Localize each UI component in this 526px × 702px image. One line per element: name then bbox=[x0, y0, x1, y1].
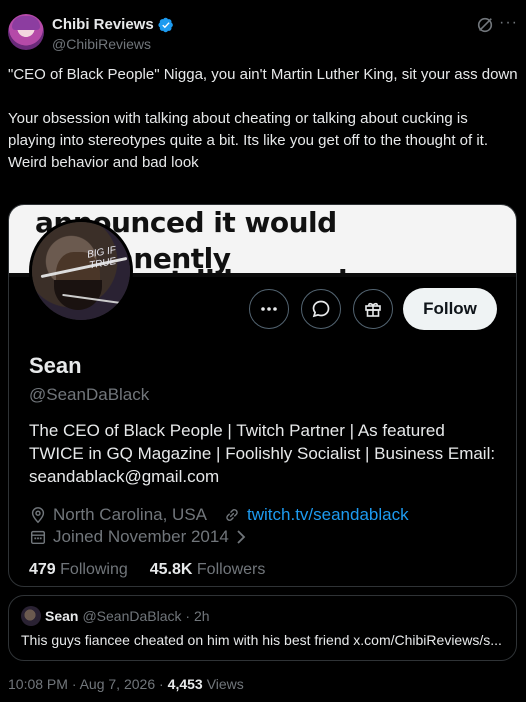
profile-joined-row: Joined November 2014 bbox=[29, 527, 247, 547]
gift-icon bbox=[365, 302, 381, 317]
profile-location-row: North Carolina, USA twitch.tv/seandablac… bbox=[29, 505, 409, 525]
profile-handle: @SeanDaBlack bbox=[29, 385, 150, 404]
profile-name: Sean bbox=[29, 353, 82, 378]
views-count: 4,453 bbox=[167, 676, 203, 692]
followers-count: 45.8K bbox=[149, 561, 193, 578]
more-options-button bbox=[249, 289, 289, 329]
post-timestamp[interactable]: 10:08 PM · Aug 7, 2026 · bbox=[8, 676, 164, 692]
profile-stats: 479 Following 45.8K Followers bbox=[29, 561, 265, 579]
chevron-right-icon bbox=[237, 530, 246, 544]
followers-stat: 45.8K Followers bbox=[150, 561, 266, 579]
following-label: Following bbox=[60, 561, 128, 578]
message-icon bbox=[312, 300, 330, 318]
quoted-author-handle-time: @SeanDaBlack · 2h bbox=[82, 608, 210, 624]
post-meta: 10:08 PM · Aug 7, 2026 · 4,453 Views bbox=[8, 676, 244, 692]
quoted-author-avatar bbox=[21, 606, 41, 626]
followers-label: Followers bbox=[196, 561, 266, 578]
quoted-post-text: This guys fiancee cheated on him with hi… bbox=[21, 632, 502, 648]
profile-joined: Joined November 2014 bbox=[53, 527, 229, 546]
gift-button bbox=[353, 289, 393, 329]
author-handle[interactable]: @ChibiReviews bbox=[52, 36, 151, 52]
post-paragraph-2: Your obsession with talking about cheati… bbox=[8, 110, 489, 171]
grok-icon[interactable] bbox=[476, 16, 494, 34]
quoted-post-header: Sean @SeanDaBlack · 2h bbox=[45, 608, 210, 624]
profile-avatar: BIG IF TRUE bbox=[29, 219, 133, 323]
location-icon bbox=[31, 507, 45, 524]
message-button bbox=[301, 289, 341, 329]
verified-badge-icon bbox=[158, 17, 173, 32]
author-name-row: Chibi Reviews bbox=[52, 16, 174, 33]
follow-button: Follow bbox=[403, 288, 497, 330]
post-text: "CEO of Black People" Nigga, you ain't M… bbox=[8, 64, 518, 174]
quoted-post[interactable]: Sean @SeanDaBlack · 2h This guys fiancee… bbox=[8, 595, 517, 661]
more-icon[interactable]: ··· bbox=[499, 14, 518, 32]
ellipsis-icon bbox=[261, 307, 277, 311]
post-header: Chibi Reviews @ChibiReviews ··· bbox=[8, 12, 518, 56]
profile-location: North Carolina, USA bbox=[53, 505, 208, 524]
post-paragraph-1: "CEO of Black People" Nigga, you ain't M… bbox=[8, 66, 518, 83]
link-icon bbox=[226, 509, 238, 521]
author-avatar[interactable] bbox=[8, 14, 44, 50]
views-label: Views bbox=[206, 676, 244, 692]
quoted-author-name: Sean bbox=[45, 608, 79, 624]
attached-screenshot[interactable]: announced it would permanently replace s… bbox=[8, 204, 517, 587]
author-display-name[interactable]: Chibi Reviews bbox=[52, 16, 154, 33]
profile-website-link: twitch.tv/seandablack bbox=[247, 505, 409, 524]
following-count: 479 bbox=[29, 561, 56, 578]
profile-bio: The CEO of Black People | Twitch Partner… bbox=[29, 421, 496, 486]
following-stat: 479 Following bbox=[29, 561, 128, 579]
calendar-icon bbox=[30, 530, 46, 545]
